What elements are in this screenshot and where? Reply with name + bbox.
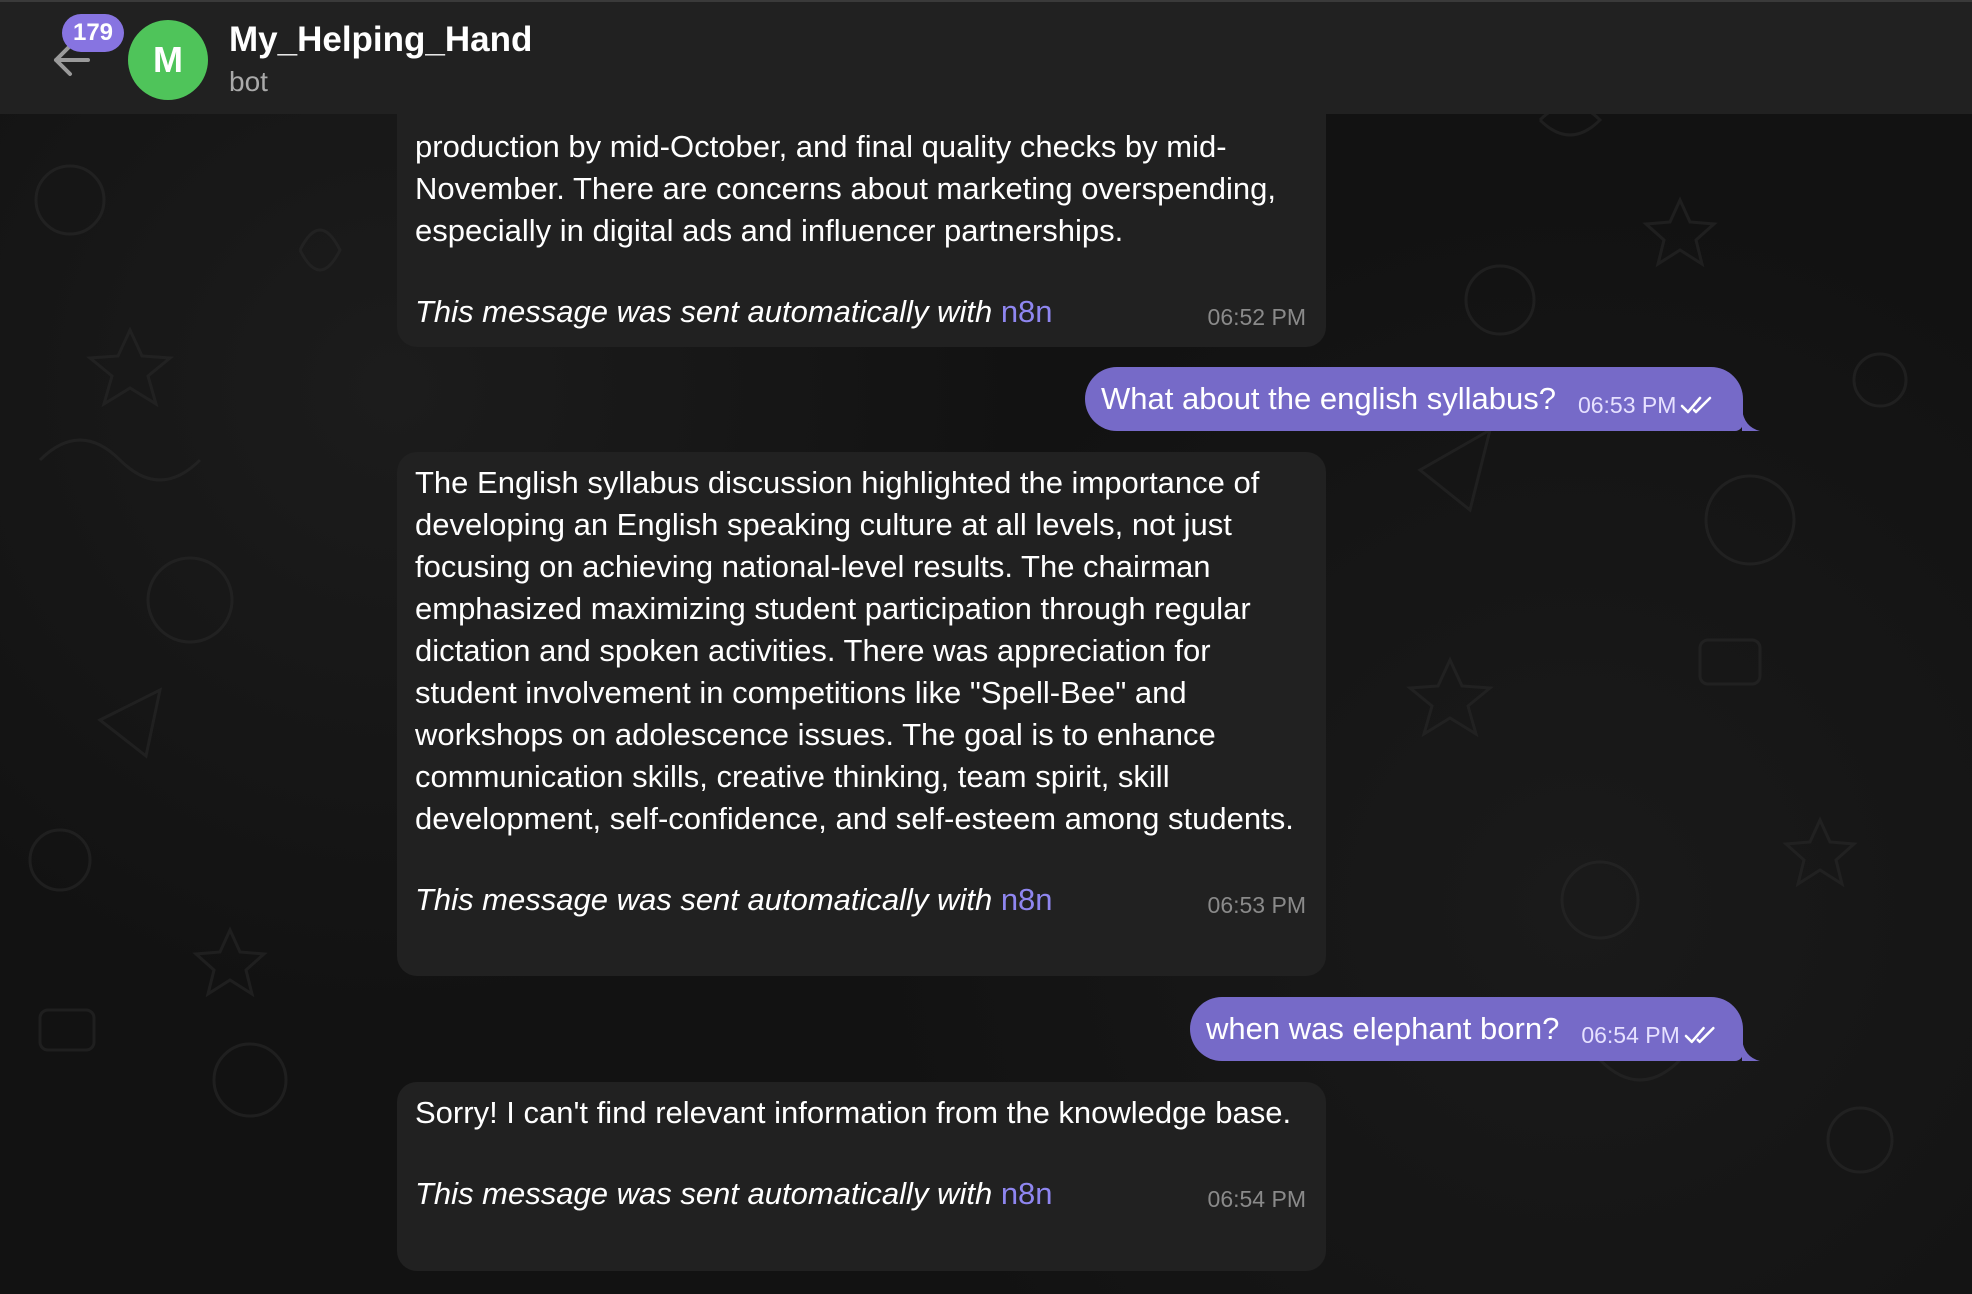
- n8n-link[interactable]: n8n: [1001, 294, 1053, 329]
- message-list: production by mid-October, and final qua…: [0, 0, 1972, 1294]
- auto-sent-note: This message was sent automatically with…: [415, 294, 1053, 330]
- message-text: when was elephant born?: [1206, 1011, 1560, 1046]
- chat-header: 179 M My_Helping_Hand bot: [0, 0, 1972, 114]
- message-text: Sorry! I can't find relevant information…: [415, 1095, 1292, 1130]
- bubble-tail: [1742, 409, 1760, 431]
- incoming-message[interactable]: Sorry! I can't find relevant information…: [397, 1082, 1326, 1271]
- chat-subtitle: bot: [229, 66, 268, 97]
- message-text: What about the english syllabus?: [1101, 381, 1556, 416]
- message-time: 06:52 PM: [1207, 304, 1306, 330]
- outgoing-message[interactable]: when was elephant born? 06:54 PM: [1190, 997, 1743, 1061]
- message-time: 06:54 PM: [1207, 1186, 1306, 1212]
- outgoing-message[interactable]: What about the english syllabus? 06:53 P…: [1085, 367, 1743, 431]
- incoming-message[interactable]: production by mid-October, and final qua…: [397, 114, 1326, 347]
- auto-sent-text: This message was sent automatically with: [415, 882, 993, 917]
- avatar[interactable]: M: [128, 20, 208, 100]
- double-check-icon: [1684, 1026, 1715, 1044]
- unread-count-badge: 179: [62, 14, 124, 52]
- message-line: production by mid-October, and final qua…: [415, 129, 1227, 164]
- auto-sent-note: This message was sent automatically with…: [415, 882, 1053, 918]
- auto-sent-text: This message was sent automatically with: [415, 1176, 993, 1211]
- message-time: 06:54 PM: [1581, 1021, 1680, 1048]
- message-footer: This message was sent automatically with…: [415, 1176, 1308, 1220]
- n8n-link[interactable]: n8n: [1001, 1176, 1053, 1211]
- bubble-tail: [1742, 1039, 1760, 1061]
- message-footer: This message was sent automatically with…: [415, 882, 1308, 926]
- message-text: The English syllabus discussion highligh…: [415, 465, 1294, 836]
- chat-title[interactable]: My_Helping_Hand: [229, 20, 532, 60]
- message-footer: This message was sent automatically with…: [415, 294, 1308, 338]
- message-line: especially in digital ads and influencer…: [415, 213, 1124, 248]
- auto-sent-note: This message was sent automatically with…: [415, 1176, 1053, 1212]
- auto-sent-text: This message was sent automatically with: [415, 294, 993, 329]
- n8n-link[interactable]: n8n: [1001, 882, 1053, 917]
- message-line: November. There are concerns about marke…: [415, 171, 1277, 206]
- message-time: 06:53 PM: [1207, 892, 1306, 918]
- double-check-icon: [1681, 396, 1712, 414]
- message-time: 06:53 PM: [1577, 391, 1677, 418]
- message-text: production by mid-October, and final qua…: [415, 126, 1308, 252]
- incoming-message[interactable]: The English syllabus discussion highligh…: [397, 452, 1326, 976]
